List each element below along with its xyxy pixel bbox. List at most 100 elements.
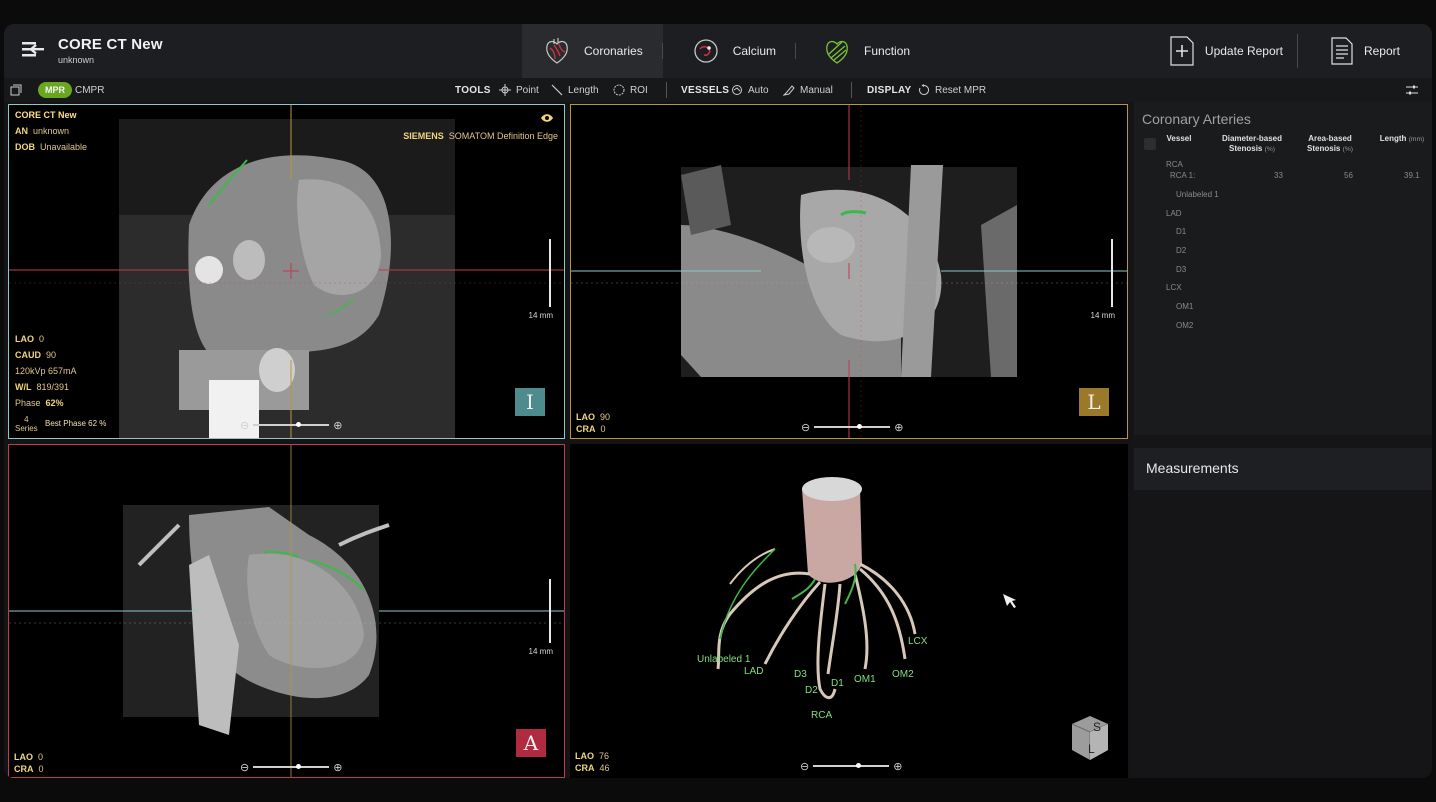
tab-coronaries[interactable]: Coronaries: [522, 24, 663, 78]
zoom-slider-br[interactable]: ⊖ ⊕: [800, 760, 902, 773]
toolbar: MPR CMPR TOOLS Point Length ROI VESSELS …: [4, 78, 1432, 102]
roi-tool[interactable]: ROI: [613, 78, 648, 102]
roi-circle-icon: [613, 84, 625, 96]
rca1-name: RCA 1:: [1170, 171, 1196, 180]
series-label: Series: [15, 424, 38, 433]
vessel-row-om1[interactable]: OM1: [1176, 302, 1193, 311]
lao-label-tl: LAO: [15, 334, 34, 344]
right-panel: Coronary Arteries Vessel Diameter-based S…: [1134, 102, 1432, 778]
viewport-top-right[interactable]: 14 mm LAO 90 CRA 0 ⊖ ⊕ L: [570, 104, 1128, 439]
zoom-out-icon[interactable]: ⊖: [801, 421, 810, 434]
mpr-label: MPR: [38, 82, 72, 98]
tab-function[interactable]: Function: [796, 24, 930, 78]
viewport-bottom-right[interactable]: Unlabeled 1 LAD D3 D2 D1 OM1 OM2 LCX RCA…: [570, 444, 1128, 778]
col-diameter-unit: (%): [1264, 146, 1275, 153]
zoom-in-icon[interactable]: ⊕: [333, 419, 342, 432]
dob-label: DOB: [15, 142, 35, 152]
wl-value: 819/391: [36, 382, 70, 392]
cube-face-side: L: [1088, 742, 1095, 756]
measurements-panel-header[interactable]: Measurements: [1134, 448, 1432, 490]
draw-pen-icon: [783, 85, 795, 96]
point-label: Point: [516, 84, 539, 96]
ruler-icon: [551, 84, 563, 96]
scanner-model: SOMATOM Definition Edge: [448, 131, 558, 141]
update-report-button[interactable]: Update Report: [1155, 34, 1297, 68]
roi-label: ROI: [630, 84, 648, 96]
angle-info-tr: LAO 90 CRA 0: [576, 411, 610, 435]
vessel-row-d1[interactable]: D1: [1176, 227, 1186, 236]
zoom-in-icon[interactable]: ⊕: [893, 760, 902, 773]
layout-button[interactable]: [10, 78, 22, 102]
series-count: 4: [24, 415, 29, 424]
cra-value-br: 46: [599, 763, 610, 773]
app-title: CORE CT New: [58, 36, 163, 53]
vessel-row-rca[interactable]: RCA: [1166, 160, 1183, 169]
zoom-out-icon[interactable]: ⊖: [240, 761, 249, 774]
zoom-slider-bl[interactable]: ⊖ ⊕: [240, 761, 342, 774]
auto-vessel-button[interactable]: Auto: [731, 78, 769, 102]
vessel-row-unlabeled1[interactable]: Unlabeled 1: [1176, 190, 1219, 199]
app-header: CORE CT New unknown Coronaries Calcium F…: [4, 24, 1432, 78]
auto-refresh-icon: [732, 85, 742, 95]
col-diameter-line1: Diameter-based: [1221, 134, 1283, 143]
patient-name: CORE CT New: [15, 110, 77, 120]
tab-calcium[interactable]: Calcium: [663, 24, 797, 78]
point-tool[interactable]: Point: [499, 78, 539, 102]
reset-icon: [919, 84, 930, 95]
vessel-label-d1: D1: [831, 678, 844, 689]
angle-info-br: LAO 76 CRA 46: [575, 750, 610, 774]
vessel-label-lcx: LCX: [908, 636, 928, 647]
reset-mpr-label: Reset MPR: [935, 84, 987, 96]
cmpr-label: CMPR: [75, 84, 105, 96]
col-diameter-line2: Stenosis: [1229, 144, 1263, 153]
vessel-label-om1: OM1: [854, 674, 876, 685]
mpr-toggle[interactable]: MPR: [38, 78, 72, 102]
function-icon: [826, 40, 848, 64]
reset-mpr-button[interactable]: Reset MPR: [918, 78, 986, 102]
windows-icon: [10, 84, 22, 96]
auto-label: Auto: [748, 84, 769, 96]
orientation-badge-tl: I: [515, 388, 545, 416]
viewport-top-left[interactable]: CORE CT New AN unknown DOB Unavailable S…: [8, 104, 565, 439]
vessel-label-lad: LAD: [744, 666, 764, 677]
report-button[interactable]: Report: [1296, 34, 1414, 68]
scanner-vendor: SIEMENS: [403, 131, 444, 141]
zoom-in-icon[interactable]: ⊕: [333, 761, 342, 774]
zoom-in-icon[interactable]: ⊕: [894, 421, 903, 434]
visibility-eye-icon[interactable]: [540, 113, 554, 123]
vessel-row-om2[interactable]: OM2: [1176, 321, 1193, 330]
series-selector[interactable]: 4 Series: [15, 415, 38, 433]
length-tool[interactable]: Length: [551, 78, 599, 102]
col-length-label: Length: [1379, 134, 1407, 143]
zoom-out-icon[interactable]: ⊖: [800, 760, 809, 773]
caud-value-tl: 90: [46, 350, 57, 360]
zoom-slider-tr[interactable]: ⊖ ⊕: [801, 421, 903, 434]
report-label: Report: [1363, 44, 1400, 58]
vessel-label-om2: OM2: [892, 669, 914, 680]
vessel-row-lad[interactable]: LAD: [1166, 209, 1182, 218]
select-all-checkbox[interactable]: [1144, 138, 1156, 150]
zoom-slider-tl[interactable]: ⊖ ⊕: [240, 419, 342, 432]
tab-coronaries-label: Coronaries: [584, 44, 643, 58]
col-vessel: Vessel: [1166, 134, 1192, 143]
back-exit-icon[interactable]: [20, 38, 46, 64]
col-length: Length (mm): [1372, 134, 1432, 145]
zoom-out-icon[interactable]: ⊖: [240, 419, 249, 432]
vessel-row-d3[interactable]: D3: [1176, 265, 1186, 274]
cmpr-toggle[interactable]: CMPR: [75, 78, 104, 102]
add-document-icon: [1170, 36, 1194, 66]
settings-sliders-button[interactable]: [1406, 78, 1418, 102]
orientation-cube[interactable]: S L: [1068, 712, 1112, 764]
rca1-length: 39.1: [1404, 171, 1420, 180]
heart-vessels-icon: [546, 38, 568, 64]
viewport-bottom-left[interactable]: 14 mm LAO 0 CRA 0 ⊖ ⊕ A: [8, 444, 565, 778]
col-diameter: Diameter-based Stenosis (%): [1216, 134, 1288, 155]
lao-value-tr: 90: [600, 412, 611, 422]
cra-label-tr: CRA: [576, 424, 596, 434]
vessel-row-d2[interactable]: D2: [1176, 246, 1186, 255]
update-report-label: Update Report: [1204, 44, 1283, 58]
manual-vessel-button[interactable]: Manual: [783, 78, 833, 102]
vessel-row-lcx[interactable]: LCX: [1166, 283, 1182, 292]
phase-value: 62%: [45, 398, 64, 408]
scale-bar-bl: 14 mm: [529, 579, 559, 669]
